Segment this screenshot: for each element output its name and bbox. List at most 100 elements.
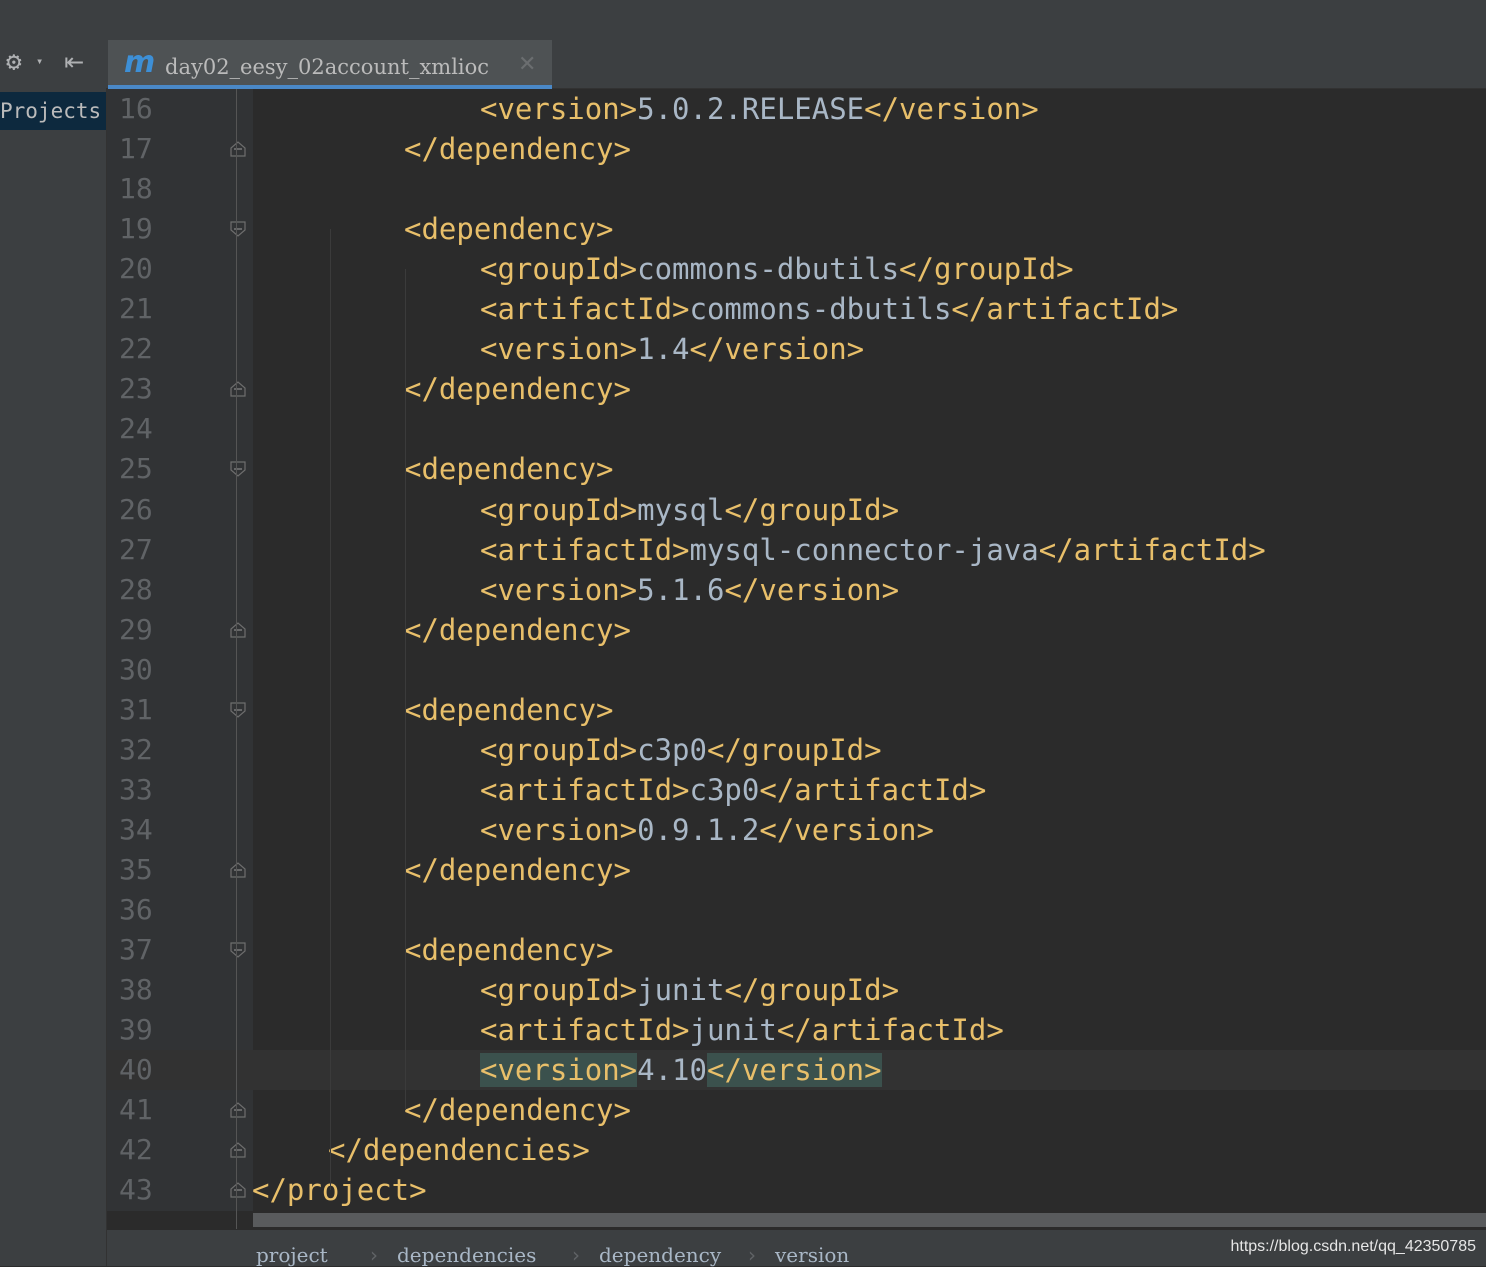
projects-panel-label[interactable]: Projects	[0, 92, 106, 130]
code-text: <groupId>c3p0</groupId>	[480, 730, 882, 770]
code-line[interactable]: 32 <groupId>c3p0</groupId>	[107, 730, 1486, 770]
fold-start-icon[interactable]	[229, 941, 247, 959]
code-line[interactable]: 17 </dependency>	[107, 129, 1486, 169]
code-line[interactable]: 31 <dependency>	[107, 690, 1486, 730]
indent-guide	[330, 229, 331, 1190]
fold-end-icon[interactable]	[229, 1101, 247, 1119]
xml-tag: </version>	[759, 812, 934, 847]
code-line[interactable]: 39 <artifactId>junit</artifactId>	[107, 1010, 1486, 1050]
code-line[interactable]: 43 </project>	[107, 1170, 1486, 1210]
line-number: 28	[119, 572, 153, 606]
breadcrumb-item-dependencies[interactable]: dependencies	[397, 1243, 536, 1267]
line-number: 43	[119, 1173, 153, 1207]
code-line[interactable]: 42 </dependencies>	[107, 1130, 1486, 1170]
breadcrumb-item-dependency[interactable]: dependency	[599, 1243, 721, 1267]
code-line[interactable]: 41 </dependency>	[107, 1090, 1486, 1130]
maven-m-icon: m	[124, 45, 156, 80]
title-bar	[0, 0, 1486, 41]
code-text: <dependency>	[404, 930, 614, 970]
xml-tag: </dependency>	[404, 132, 631, 167]
line-number: 24	[119, 412, 153, 446]
code-line[interactable]: 26 <groupId>mysql</groupId>	[107, 490, 1486, 530]
line-number: 27	[119, 532, 153, 566]
xml-tag: </groupId>	[724, 973, 900, 1008]
fold-start-icon[interactable]	[229, 701, 247, 719]
code-line[interactable]: 28 <version>5.1.6</version>	[107, 570, 1486, 610]
code-text: <dependency>	[404, 449, 614, 489]
code-text: <dependency>	[404, 209, 614, 249]
editor-tab-title[interactable]: day02_eesy_02account_xmlioc	[165, 53, 489, 81]
xml-tag: <version>	[480, 1053, 638, 1088]
code-text: <version>5.1.6</version>	[480, 570, 899, 610]
line-number: 30	[119, 652, 153, 686]
xml-tag: <dependency>	[404, 692, 614, 727]
code-text: <version>0.9.1.2</version>	[480, 810, 934, 850]
line-number: 36	[119, 893, 153, 926]
code-line[interactable]: 29 </dependency>	[107, 610, 1486, 650]
xml-value: 4.10	[637, 1053, 707, 1088]
fold-end-icon[interactable]	[229, 621, 247, 639]
code-text: <artifactId>junit</artifactId>	[480, 1010, 1004, 1050]
breadcrumb-item-version[interactable]: version	[775, 1243, 849, 1267]
xml-value: mysql	[637, 492, 725, 527]
code-text: </dependency>	[404, 610, 631, 650]
fold-end-icon[interactable]	[229, 861, 247, 879]
line-number: 39	[119, 1013, 153, 1047]
xml-tag: </dependency>	[404, 612, 631, 647]
code-line[interactable]: 34 <version>0.9.1.2</version>	[107, 810, 1486, 850]
code-line[interactable]: 25 <dependency>	[107, 449, 1486, 489]
fold-end-icon[interactable]	[229, 140, 247, 158]
xml-tag: <version>	[480, 332, 638, 367]
chevron-down-icon[interactable]: ▾	[36, 54, 43, 68]
code-line[interactable]: 23 </dependency>	[107, 369, 1486, 409]
code-line[interactable]: 35 </dependency>	[107, 850, 1486, 890]
line-number: 26	[119, 492, 153, 526]
code-line[interactable]: 24	[107, 409, 1486, 449]
xml-tag: <groupId>	[480, 732, 638, 767]
fold-end-icon[interactable]	[229, 1181, 247, 1199]
xml-value: commons-dbutils	[689, 292, 952, 327]
code-text: </dependency>	[404, 129, 631, 169]
line-number: 29	[119, 612, 153, 646]
fold-end-icon[interactable]	[229, 1141, 247, 1159]
code-line[interactable]: 30	[107, 650, 1486, 690]
code-line[interactable]: 38 <groupId>junit</groupId>	[107, 970, 1486, 1010]
line-number: 19	[119, 212, 153, 246]
code-line[interactable]: 36	[107, 890, 1486, 930]
code-line[interactable]: 40 <version>4.10</version>	[107, 1050, 1486, 1091]
collapse-left-icon[interactable]: ⇤	[64, 48, 84, 76]
xml-tag: </version>	[706, 1053, 882, 1088]
xml-tag: </dependency>	[404, 1093, 631, 1128]
xml-tag: </artifactId>	[759, 772, 987, 807]
gear-icon[interactable]: ⚙	[6, 46, 22, 78]
code-line[interactable]: 21 <artifactId>commons-dbutils</artifactI…	[107, 289, 1486, 329]
code-line[interactable]: 19 <dependency>	[107, 209, 1486, 249]
close-icon[interactable]: ✕	[518, 52, 536, 78]
code-line[interactable]: 16 <version>5.0.2.RELEASE</version>	[107, 89, 1486, 129]
code-line[interactable]: 27 <artifactId>mysql-connector-java</arti…	[107, 530, 1486, 570]
breadcrumb-item-project[interactable]: project	[256, 1243, 328, 1267]
xml-value: mysql-connector-java	[689, 532, 1039, 567]
code-line[interactable]: 20 <groupId>commons-dbutils</groupId>	[107, 249, 1486, 289]
fold-start-icon[interactable]	[229, 220, 247, 238]
line-number: 21	[119, 292, 153, 326]
code-line[interactable]: 33 <artifactId>c3p0</artifactId>	[107, 770, 1486, 810]
code-line[interactable]: 22 <version>1.4</version>	[107, 329, 1486, 369]
line-number: 23	[119, 372, 153, 406]
line-number: 17	[119, 132, 153, 166]
code-text: </dependency>	[404, 850, 631, 890]
xml-value: 5.0.2.RELEASE	[637, 92, 865, 126]
code-line[interactable]: 37 <dependency>	[107, 930, 1486, 970]
fold-end-icon[interactable]	[229, 380, 247, 398]
line-number: 41	[119, 1093, 153, 1127]
line-number: 35	[119, 852, 153, 886]
fold-start-icon[interactable]	[229, 460, 247, 478]
xml-tag: </dependency>	[404, 372, 631, 407]
line-number: 42	[119, 1133, 153, 1167]
project-tool-window-strip	[0, 40, 107, 1266]
xml-tag: </dependency>	[404, 852, 631, 887]
code-line[interactable]: 18	[107, 169, 1486, 209]
line-number: 31	[119, 692, 153, 726]
horizontal-scrollbar[interactable]	[253, 1213, 1486, 1227]
chevron-right-icon: ›	[748, 1243, 756, 1267]
